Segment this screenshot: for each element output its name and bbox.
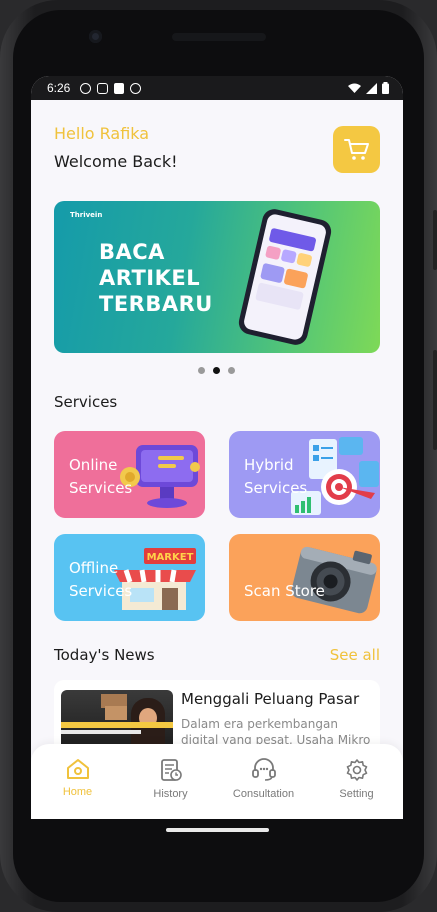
nav-setting-label: Setting [339, 788, 374, 800]
hybrid-services-card[interactable]: Hybrid Services [229, 431, 380, 518]
history-icon [160, 759, 182, 781]
carousel-indicator [198, 367, 235, 374]
svg-text:MARKET: MARKET [147, 552, 194, 563]
online-services-card[interactable]: Online Services [54, 431, 205, 518]
info-status-icon [80, 82, 92, 94]
banner-headline: BACA ARTIKEL TERBARU [99, 240, 213, 316]
scan-store-label: Scan Store [244, 582, 325, 600]
status-bar: 6:26 [31, 76, 403, 100]
news-thumbnail [61, 690, 173, 750]
services-heading: Services [54, 393, 118, 411]
see-all-link[interactable]: See all [330, 646, 380, 664]
todays-news-heading: Today's News [54, 646, 155, 664]
promo-banner[interactable]: Thrivein BACA ARTIKEL TERBARU [54, 201, 380, 353]
setting-icon [346, 759, 367, 781]
online-services-label: Online Services [69, 456, 133, 497]
carousel-dot-active[interactable] [213, 367, 220, 374]
nav-consultation-label: Consultation [232, 788, 295, 800]
nav-history[interactable]: History [124, 744, 217, 819]
app-screen: 6:26 Hello Rafika Welcome Back! Thrivein… [31, 76, 403, 819]
phone-frame: 6:26 Hello Rafika Welcome Back! Thrivein… [0, 0, 437, 912]
carousel-dot[interactable] [228, 367, 235, 374]
greeting-text: Hello Rafika [54, 124, 150, 143]
nav-history-label: History [153, 788, 188, 800]
carousel-dot[interactable] [198, 367, 205, 374]
consultation-icon [251, 758, 276, 781]
home-content: Hello Rafika Welcome Back! Thrivein BACA… [31, 100, 403, 819]
home-icon [66, 759, 89, 779]
bottom-navigation: Home History Consultation Setting [31, 744, 403, 819]
cart-icon [343, 138, 369, 160]
phone-mockup-illustration [236, 206, 334, 348]
battery-icon [382, 82, 389, 94]
shield-status-icon [97, 82, 109, 94]
banner-brand: Thrivein [70, 211, 103, 219]
welcome-text: Welcome Back! [54, 152, 178, 171]
front-camera [89, 30, 102, 43]
volume-button [433, 210, 437, 270]
status-time: 6:26 [47, 81, 71, 95]
cart-button[interactable] [333, 126, 380, 173]
hybrid-services-label: Hybrid Services [244, 456, 308, 497]
signal-icon [366, 82, 377, 94]
offline-services-label: Offline Services [69, 559, 133, 600]
power-button [433, 350, 437, 450]
scan-store-card[interactable]: Scan Store [229, 534, 380, 621]
home-indicator[interactable] [166, 828, 269, 832]
sd-card-status-icon [114, 82, 125, 94]
nav-home-label: Home [62, 786, 93, 798]
vpn-status-icon [130, 82, 142, 94]
wifi-icon [348, 83, 361, 93]
offline-services-card[interactable]: MARKET Offline Services [54, 534, 205, 621]
nav-setting[interactable]: Setting [310, 744, 403, 819]
nav-home[interactable]: Home [31, 744, 124, 819]
earpiece-speaker [172, 33, 266, 41]
news-headline: Menggali Peluang Pasar [181, 690, 360, 708]
nav-consultation[interactable]: Consultation [217, 744, 310, 819]
camera-illustration [291, 546, 377, 614]
